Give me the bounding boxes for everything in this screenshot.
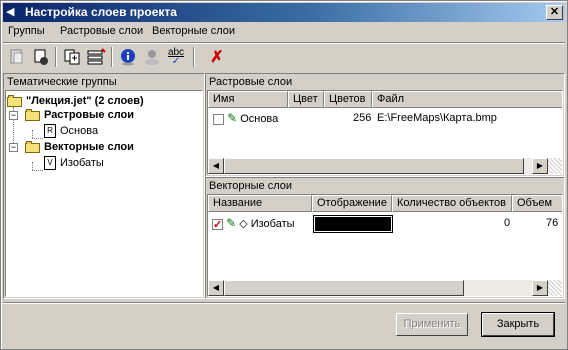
column-header-color[interactable]: Цвет xyxy=(288,91,324,108)
layer-properties-icon[interactable] xyxy=(85,46,107,68)
collapse-toggle[interactable]: − xyxy=(9,143,18,152)
vector-layer-icon: V xyxy=(44,156,56,170)
toolbar-separator xyxy=(111,47,113,67)
close-button[interactable]: Закрыть xyxy=(481,312,555,337)
menu-vector-layers[interactable]: Векторные слои xyxy=(152,25,235,37)
column-header-colors[interactable]: Цветов xyxy=(324,91,372,108)
tree-item-osnova[interactable]: R Основа xyxy=(44,123,98,139)
tree-group-raster[interactable]: Растровые слои xyxy=(25,107,134,123)
size-grip xyxy=(548,280,562,296)
table-row[interactable]: ✎ ◇ Изобаты xyxy=(212,215,295,233)
apply-button[interactable]: Применить xyxy=(396,313,468,336)
spellcheck-icon[interactable]: abc ✓ xyxy=(165,46,187,68)
column-header-name[interactable]: Имя xyxy=(208,91,288,108)
remove-group-icon[interactable] xyxy=(30,46,52,68)
raster-panel: Растровые слои Имя Цвет Цветов Файл ✎ Ос… xyxy=(205,73,565,177)
groups-tree[interactable]: "Лекция.jet" (2 слоев) − Растровые слои … xyxy=(5,90,203,297)
scroll-left-icon[interactable]: ◀ xyxy=(208,158,224,174)
toolbar-separator xyxy=(55,47,57,67)
scroll-thumb[interactable] xyxy=(224,280,464,296)
close-window-button[interactable]: ✕ xyxy=(546,5,563,20)
vector-row-count: 0 xyxy=(504,217,511,229)
menu-raster-layers[interactable]: Растровые слои xyxy=(60,25,143,37)
info-icon[interactable] xyxy=(117,46,139,68)
user-icon[interactable] xyxy=(141,46,163,68)
vector-panel-title: Векторные слои xyxy=(209,180,292,192)
column-header-count[interactable]: Количество объектов xyxy=(392,195,512,212)
tree-group-raster-label: Растровые слои xyxy=(44,109,135,121)
visibility-checkbox[interactable] xyxy=(213,113,224,125)
raster-row-colors: 256 xyxy=(353,112,372,124)
raster-list[interactable]: Имя Цвет Цветов Файл ✎ Основа 256 E:\Fre… xyxy=(207,90,563,175)
menu-groups[interactable]: Группы xyxy=(8,25,45,37)
groups-panel-title: Тематические группы xyxy=(7,76,117,88)
title-bar[interactable]: ◀ Настройка слоев проекта ✕ xyxy=(3,3,565,22)
edit-pencil-icon: ✎ xyxy=(227,111,238,125)
vector-panel: Векторные слои Название Отображение Коли… xyxy=(205,177,565,299)
column-header-display[interactable]: Отображение xyxy=(312,195,392,212)
tree-group-vector-label: Векторные слои xyxy=(44,141,134,153)
tree-group-vector[interactable]: Векторные слои xyxy=(25,139,134,155)
scroll-right-icon[interactable]: ▶ xyxy=(532,158,548,174)
open-folder-icon xyxy=(7,95,23,107)
vector-list[interactable]: Название Отображение Количество объектов… xyxy=(207,194,563,297)
vector-style-icon: ◇ xyxy=(239,218,248,230)
collapse-toggle[interactable]: − xyxy=(9,111,18,120)
open-folder-icon xyxy=(25,109,41,121)
scroll-right-icon[interactable]: ▶ xyxy=(532,280,548,296)
copy-layer-icon[interactable] xyxy=(61,46,83,68)
groups-panel: Тематические группы "Лекция.jet" (2 слое… xyxy=(3,73,205,299)
tree-item-osnova-label: Основа xyxy=(60,125,99,137)
column-header-file[interactable]: Файл xyxy=(372,91,562,108)
horizontal-scrollbar[interactable]: ◀ ▶ xyxy=(208,158,548,174)
raster-row-file: E:\FreeMaps\Карта.bmp xyxy=(377,112,497,124)
tree-root-label: "Лекция.jet" (2 слоев) xyxy=(26,95,144,107)
raster-layer-icon: R xyxy=(44,124,56,138)
menu-bar: Группы Растровые слои Векторные слои xyxy=(3,23,565,41)
divider xyxy=(3,302,565,304)
tree-item-izobaty-label: Изобаты xyxy=(60,157,104,169)
visibility-checkbox[interactable] xyxy=(212,217,223,233)
column-header-title[interactable]: Название xyxy=(208,195,312,212)
scroll-left-icon[interactable]: ◀ xyxy=(208,280,224,296)
size-grip xyxy=(548,158,562,174)
checkmark-icon: ✓ xyxy=(171,56,181,67)
table-row[interactable]: ✎ Основа xyxy=(213,110,278,127)
toolbar: abc ✓ ✗ xyxy=(3,42,565,71)
edit-pencil-icon: ✎ xyxy=(226,216,237,230)
open-folder-icon xyxy=(25,141,41,153)
raster-panel-title: Растровые слои xyxy=(209,76,293,88)
vector-row-volume: 76 xyxy=(546,217,559,229)
horizontal-scrollbar[interactable]: ◀ ▶ xyxy=(208,280,548,296)
add-group-icon[interactable] xyxy=(6,46,28,68)
app-icon: ◀ xyxy=(6,6,15,18)
display-swatch[interactable] xyxy=(313,215,393,233)
window-title: Настройка слоев проекта xyxy=(25,5,177,19)
raster-row-name: Основа xyxy=(240,113,279,125)
tree-item-izobaty[interactable]: V Изобаты xyxy=(44,155,104,171)
vector-row-name: Изобаты xyxy=(250,218,295,230)
column-header-volume[interactable]: Объем xyxy=(512,195,562,212)
toolbar-separator xyxy=(193,47,195,67)
scroll-thumb[interactable] xyxy=(224,158,524,174)
delete-icon[interactable]: ✗ xyxy=(206,46,228,68)
